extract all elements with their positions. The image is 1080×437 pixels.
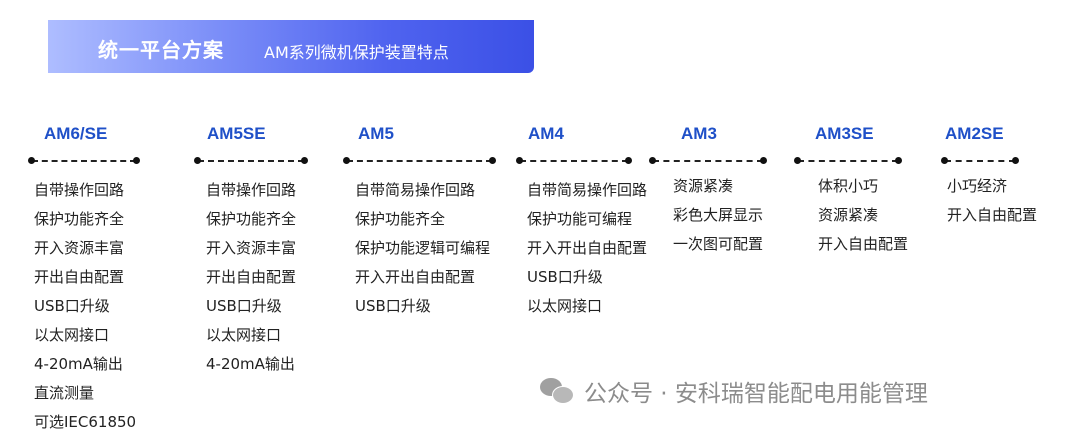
feature-item: 资源紧凑 — [818, 206, 879, 224]
timeline-connector — [516, 157, 632, 164]
banner-subtitle: AM系列微机保护装置特点 — [264, 43, 449, 62]
feature-item: 以太网接口 — [206, 326, 282, 344]
feature-item: 体积小巧 — [818, 177, 879, 195]
model-name: AM5SE — [207, 124, 266, 143]
feature-item: 以太网接口 — [527, 297, 603, 315]
feature-item: 开入开出自由配置 — [355, 268, 476, 286]
feature-item: 以太网接口 — [34, 326, 110, 344]
feature-item: 小巧经济 — [947, 177, 1008, 195]
model-name: AM4 — [528, 124, 564, 143]
section-banner: 统一平台方案 AM系列微机保护装置特点 — [48, 20, 534, 73]
feature-item: 自带简易操作回路 — [355, 181, 476, 199]
timeline-connector — [28, 157, 140, 164]
feature-item: 保护功能齐全 — [355, 210, 446, 228]
timeline-connector — [649, 157, 767, 164]
feature-item: 保护功能逻辑可编程 — [355, 239, 491, 257]
feature-list: 自带操作回路 保护功能齐全 开入资源丰富 开出自由配置 USB口升级 以太网接口… — [206, 176, 296, 379]
feature-item: 自带操作回路 — [206, 181, 297, 199]
model-name: AM3SE — [815, 124, 874, 143]
feature-item: USB口升级 — [527, 268, 603, 286]
feature-list: 资源紧凑 彩色大屏显示 一次图可配置 — [673, 172, 763, 259]
feature-item: 保护功能齐全 — [206, 210, 297, 228]
model-name: AM2SE — [945, 124, 1004, 143]
feature-item: USB口升级 — [355, 297, 431, 315]
feature-item: 开出自由配置 — [206, 268, 297, 286]
feature-item: 开入资源丰富 — [206, 239, 297, 257]
timeline-connector — [343, 157, 496, 164]
feature-item: 资源紧凑 — [673, 177, 734, 195]
feature-list: 体积小巧 资源紧凑 开入自由配置 — [818, 172, 908, 259]
feature-item: 可选IEC61850 — [34, 413, 137, 431]
feature-item: 一次图可配置 — [673, 235, 764, 253]
feature-item: 自带操作回路 — [34, 181, 125, 199]
watermark-text: 公众号 · 安科瑞智能配电用能管理 — [584, 381, 928, 407]
wechat-icon — [540, 376, 576, 406]
feature-item: USB口升级 — [206, 297, 282, 315]
model-name: AM3 — [681, 124, 717, 143]
model-name: AM5 — [358, 124, 394, 143]
watermark: 公众号 · 安科瑞智能配电用能管理 — [540, 374, 928, 408]
feature-list: 小巧经济 开入自由配置 — [947, 172, 1037, 230]
feature-item: 保护功能齐全 — [34, 210, 125, 228]
feature-list: 自带操作回路 保护功能齐全 开入资源丰富 开出自由配置 USB口升级 以太网接口… — [34, 176, 136, 437]
feature-item: 开入自由配置 — [947, 206, 1038, 224]
feature-item: 4-20mA输出 — [206, 355, 295, 373]
feature-list: 自带简易操作回路 保护功能可编程 开入开出自由配置 USB口升级 以太网接口 — [527, 176, 647, 321]
feature-item: 开入开出自由配置 — [527, 239, 648, 257]
feature-item: 保护功能可编程 — [527, 210, 633, 228]
feature-item: 开入自由配置 — [818, 235, 909, 253]
banner-title: 统一平台方案 — [98, 38, 224, 62]
timeline-connector — [941, 157, 1019, 164]
feature-list: 自带简易操作回路 保护功能齐全 保护功能逻辑可编程 开入开出自由配置 USB口升… — [355, 176, 490, 321]
feature-item: 4-20mA输出 — [34, 355, 123, 373]
feature-item: 彩色大屏显示 — [673, 206, 764, 224]
feature-item: 自带简易操作回路 — [527, 181, 648, 199]
model-name: AM6/SE — [44, 124, 108, 143]
timeline-connector — [794, 157, 902, 164]
feature-item: 开入资源丰富 — [34, 239, 125, 257]
feature-item: 直流测量 — [34, 384, 95, 402]
timeline-connector — [194, 157, 308, 164]
feature-item: USB口升级 — [34, 297, 110, 315]
feature-item: 开出自由配置 — [34, 268, 125, 286]
